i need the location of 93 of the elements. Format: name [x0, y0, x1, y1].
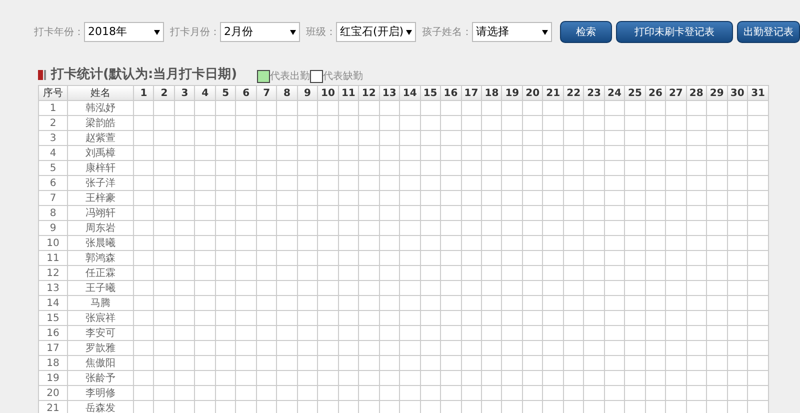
column-header: 19	[502, 86, 522, 100]
dropdown-select[interactable]: 请选择	[472, 22, 552, 42]
table-cell: 15	[38, 310, 68, 326]
column-header: 25	[624, 86, 646, 100]
dropdown-select[interactable]: 2月份	[220, 22, 300, 42]
table-cell: 5	[38, 160, 68, 176]
column-header: 12	[358, 86, 380, 100]
table-cell: 马腾	[68, 296, 134, 310]
column-header: 22	[563, 86, 584, 100]
filter-label: 班级：	[306, 26, 336, 40]
column-header: 20	[522, 86, 543, 100]
table-cell: 17	[38, 340, 68, 356]
caret-icon	[406, 30, 412, 34]
column-header: 1	[134, 86, 154, 100]
column-header: 18	[481, 86, 502, 100]
table-cell: 8	[38, 206, 68, 220]
caret-icon	[542, 30, 548, 34]
caret-icon	[290, 30, 296, 34]
table-cell: 梁韵皓	[68, 116, 134, 130]
column-header: 28	[686, 86, 707, 100]
table-cell: 11	[38, 250, 68, 266]
table-cell: 张子洋	[68, 176, 134, 190]
column-header: 21	[542, 86, 564, 100]
table-cell: 20	[38, 386, 68, 400]
section-title: 打卡统计(默认为:当月打卡日期)	[51, 66, 238, 84]
column-header: 10	[318, 86, 338, 100]
column-header: 23	[584, 86, 604, 100]
table-cell: 焦傲阳	[68, 356, 134, 370]
table-cell: 赵紫萱	[68, 130, 134, 146]
table-cell: 王子曦	[68, 280, 134, 296]
table-cell: 1	[38, 100, 68, 116]
dropdown-select[interactable]: 2018年	[84, 22, 164, 42]
caret-icon	[154, 30, 160, 34]
filter-label: 打卡年份：	[34, 26, 84, 40]
column-header: 11	[338, 86, 359, 100]
table-cell: 14	[38, 296, 68, 310]
column-header: 15	[420, 86, 441, 100]
column-header: 17	[461, 86, 482, 100]
table-cell: 4	[38, 146, 68, 160]
action-button[interactable]: 打印未刷卡登记表	[616, 21, 733, 43]
column-header: 30	[727, 86, 748, 100]
action-button[interactable]: 出勤登记表	[736, 21, 800, 43]
table-cell: 21	[38, 400, 68, 413]
column-header: 24	[604, 86, 625, 100]
column-header: 姓名	[68, 86, 134, 100]
column-header: 3	[174, 86, 195, 100]
column-header: 7	[256, 86, 277, 100]
legend-label: 代表出勤	[270, 70, 310, 84]
table-cell: 2	[38, 116, 68, 130]
table-cell: 张龄予	[68, 370, 134, 386]
table-cell: 周东岩	[68, 220, 134, 236]
column-header: 14	[400, 86, 420, 100]
column-header: 8	[276, 86, 298, 100]
table-cell: 郭鸿森	[68, 250, 134, 266]
table-cell: 16	[38, 326, 68, 340]
dropdown-select[interactable]: 红宝石(开启)	[336, 22, 416, 42]
table-cell: 3	[38, 130, 68, 146]
table-cell: 刘禹樟	[68, 146, 134, 160]
table-cell: 罗歆雅	[68, 340, 134, 356]
table-cell: 18	[38, 356, 68, 370]
column-header: 4	[194, 86, 216, 100]
table-cell: 张宸祥	[68, 310, 134, 326]
filter-label: 打卡月份：	[170, 26, 220, 40]
legend-label: 代表缺勤	[323, 70, 364, 84]
column-header: 16	[440, 86, 461, 100]
table-cell: 9	[38, 220, 68, 236]
filter-label: 孩子姓名：	[422, 26, 472, 40]
table-cell: 13	[38, 280, 68, 296]
column-header: 27	[666, 86, 686, 100]
column-header: 29	[706, 86, 728, 100]
table-cell: 王梓豪	[68, 190, 134, 206]
section-marker-icon	[38, 70, 46, 80]
column-header: 6	[236, 86, 256, 100]
column-header: 5	[215, 86, 236, 100]
column-header: 2	[154, 86, 174, 100]
column-header: 31	[748, 86, 768, 100]
column-header: 13	[379, 86, 400, 100]
action-button[interactable]: 检索	[560, 21, 612, 43]
table-cell: 张晨曦	[68, 236, 134, 250]
column-header: 序号	[38, 86, 68, 100]
table-cell: 10	[38, 236, 68, 250]
table-cell: 12	[38, 266, 68, 280]
column-header: 26	[645, 86, 666, 100]
table-cell: 冯翊轩	[68, 206, 134, 220]
table-cell: 7	[38, 190, 68, 206]
table-cell: 19	[38, 370, 68, 386]
table-cell: 韩泓妤	[68, 100, 134, 116]
table-cell: 李明修	[68, 386, 134, 400]
table-cell: 6	[38, 176, 68, 190]
table-cell: 李安可	[68, 326, 134, 340]
table-cell: 康梓轩	[68, 160, 134, 176]
column-header: 9	[297, 86, 318, 100]
table-cell: 任正霖	[68, 266, 134, 280]
